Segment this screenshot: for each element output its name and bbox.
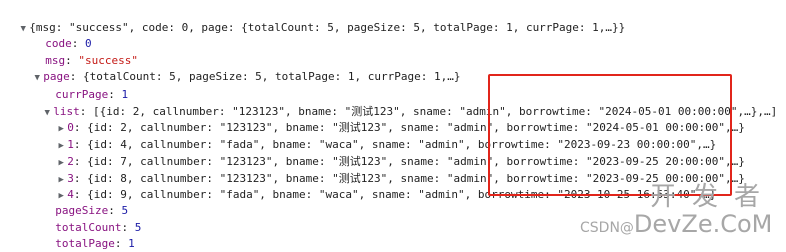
- watermark-prefix: CSDN@: [580, 220, 634, 236]
- code-row[interactable]: code: 0: [32, 20, 91, 50]
- page-summary: {totalCount: 5, pageSize: 5, totalPage: …: [83, 70, 461, 83]
- root-summary: {msg: "success", code: 0, page: {totalCo…: [29, 21, 626, 34]
- totalcount-row[interactable]: totalCount: 5: [42, 204, 141, 234]
- pagesize-row[interactable]: pageSize: 5: [42, 187, 128, 217]
- watermark-brand: DevZe.CoM: [633, 210, 773, 238]
- root-object-row[interactable]: ▼ {msg: "success", code: 0, page: {totalC…: [4, 4, 626, 34]
- totalpage-value: 1: [128, 237, 135, 250]
- currpage-row[interactable]: currPage: 1: [42, 71, 128, 101]
- msg-row[interactable]: msg: "success": [32, 37, 138, 67]
- page-row[interactable]: ▼ page: {totalCount: 5, pageSize: 5, tota…: [18, 53, 461, 83]
- totalpage-key: totalPage: [55, 237, 115, 250]
- totalcount-value: 5: [134, 221, 142, 234]
- totalpage-row[interactable]: totalPage: 1: [42, 220, 134, 250]
- watermark-bottom: CSDN@DevZe.CoM: [580, 210, 772, 238]
- expanded-triangle-icon[interactable]: ▼: [17, 21, 29, 37]
- watermark-top: 开发者: [649, 182, 776, 212]
